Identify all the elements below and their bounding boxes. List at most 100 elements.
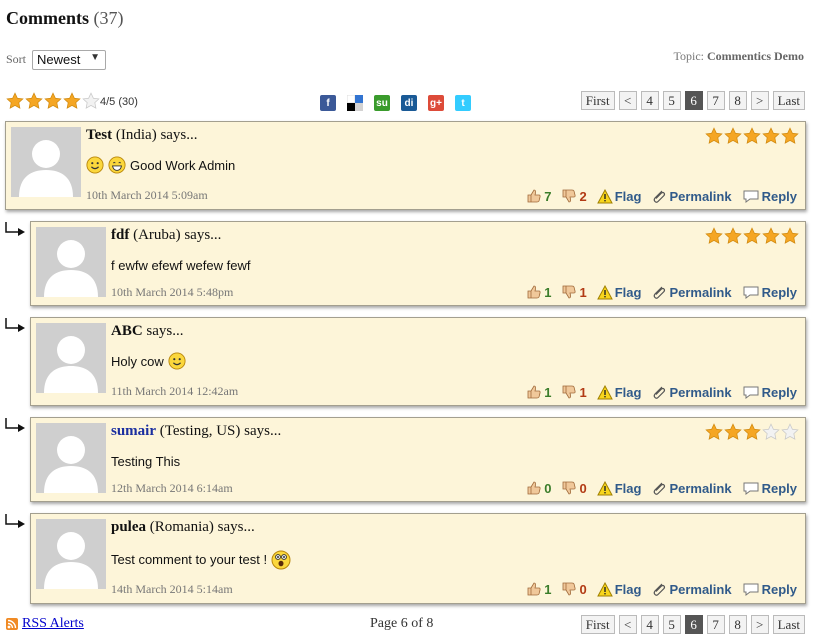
pagination-page-current[interactable]: 6 bbox=[684, 615, 703, 634]
comment-author-name: fdf bbox=[111, 227, 130, 243]
pagination-last[interactable]: Last bbox=[772, 91, 805, 110]
like-button[interactable]: 1 bbox=[526, 284, 551, 300]
facebook-icon[interactable]: f bbox=[320, 95, 336, 111]
like-button[interactable]: 0 bbox=[526, 480, 551, 496]
google-plus-icon[interactable]: g+ bbox=[428, 95, 444, 111]
speech-bubble-icon bbox=[742, 285, 760, 300]
pagination-last[interactable]: Last bbox=[772, 615, 805, 634]
grin-emoji-icon bbox=[108, 156, 126, 174]
comment-card: ABC says... Holy cow 11th March 2014 12:… bbox=[30, 317, 806, 406]
dislike-button[interactable]: 2 bbox=[561, 188, 587, 204]
reply-button[interactable]: Reply bbox=[742, 189, 797, 204]
pagination-page[interactable]: 4 bbox=[640, 615, 659, 634]
stumbleupon-icon[interactable]: su bbox=[374, 95, 390, 111]
avatar bbox=[36, 323, 106, 393]
dislike-button[interactable]: 0 bbox=[561, 581, 587, 597]
reply-button[interactable]: Reply bbox=[742, 285, 797, 300]
comment-says: says... bbox=[244, 423, 282, 439]
speech-bubble-icon bbox=[742, 189, 760, 204]
page-status: Page 6 of 8 bbox=[370, 616, 434, 631]
digg-icon[interactable]: di bbox=[401, 95, 417, 111]
warning-icon bbox=[596, 581, 613, 597]
pagination-page[interactable]: 5 bbox=[662, 91, 681, 110]
delicious-icon[interactable] bbox=[347, 95, 363, 111]
comment-author-location: (Romania) bbox=[149, 519, 214, 535]
dislike-count: 0 bbox=[579, 480, 587, 496]
permalink-button[interactable]: Permalink bbox=[651, 481, 732, 496]
comment-author: Test (India) says... bbox=[86, 127, 198, 144]
flag-button[interactable]: Flag bbox=[596, 480, 642, 496]
warning-icon bbox=[596, 284, 613, 300]
like-button[interactable]: 1 bbox=[526, 384, 551, 400]
pagination-next[interactable]: > bbox=[750, 615, 769, 634]
pagination-page[interactable]: 8 bbox=[728, 615, 747, 634]
comment-text: Holy cow bbox=[111, 353, 164, 369]
flag-label: Flag bbox=[614, 480, 642, 496]
pagination-page[interactable]: 7 bbox=[706, 615, 725, 634]
pagination-first[interactable]: First bbox=[580, 615, 615, 634]
sort-select[interactable]: Newest ▼ bbox=[32, 50, 106, 70]
flag-button[interactable]: Flag bbox=[596, 384, 641, 400]
comment-rating-stars bbox=[705, 423, 799, 441]
comment-body: Test comment to your test ! bbox=[111, 548, 291, 570]
comment-text: f ewfw efewf wefew fewf bbox=[111, 258, 251, 273]
permalink-button[interactable]: Permalink bbox=[651, 188, 732, 204]
avatar-silhouette-icon bbox=[36, 519, 106, 589]
shocked-emoji-icon bbox=[271, 548, 291, 570]
sort-selected-value: Newest bbox=[37, 52, 81, 67]
dislike-button[interactable]: 1 bbox=[561, 284, 587, 300]
comment-author-location: (Aruba) bbox=[133, 227, 181, 243]
flag-button[interactable]: Flag bbox=[596, 581, 642, 597]
comment-date: 12th March 2014 6:14am bbox=[111, 481, 233, 495]
comment-author: sumair (Testing, US) says... bbox=[111, 423, 281, 440]
permalink-label: Permalink bbox=[669, 581, 732, 597]
flag-button[interactable]: Flag bbox=[596, 284, 641, 300]
pagination-page[interactable]: 8 bbox=[728, 91, 747, 110]
avatar-silhouette-icon bbox=[36, 227, 106, 297]
comment-body: Testing This bbox=[111, 454, 180, 469]
star-filled-icon bbox=[724, 127, 742, 144]
comment-says: says... bbox=[217, 519, 255, 535]
reply-button[interactable]: Reply bbox=[742, 582, 797, 597]
star-empty-icon bbox=[82, 92, 100, 109]
comment-actions: 1 1 Flag Permalink Reply bbox=[516, 284, 797, 300]
star-empty-icon bbox=[781, 423, 799, 440]
like-button[interactable]: 7 bbox=[526, 188, 551, 204]
twitter-icon[interactable]: t bbox=[455, 95, 471, 111]
comment-date: 11th March 2014 12:42am bbox=[111, 384, 239, 398]
pagination-prev[interactable]: < bbox=[618, 91, 637, 110]
flag-button[interactable]: Flag bbox=[596, 188, 641, 204]
comment-actions: 0 0 Flag Permalink Reply bbox=[516, 480, 797, 496]
thumbs-up-icon bbox=[526, 581, 542, 597]
sort-label: Sort bbox=[6, 52, 27, 66]
comment-author-name: Test bbox=[86, 127, 113, 143]
permalink-button[interactable]: Permalink bbox=[651, 581, 732, 597]
permalink-button[interactable]: Permalink bbox=[651, 384, 732, 400]
permalink-button[interactable]: Permalink bbox=[651, 285, 732, 300]
pagination-first[interactable]: First bbox=[580, 91, 615, 110]
speech-bubble-icon bbox=[742, 385, 760, 400]
reply-button[interactable]: Reply bbox=[742, 481, 797, 496]
dislike-button[interactable]: 0 bbox=[561, 480, 587, 496]
pagination-next[interactable]: > bbox=[750, 91, 769, 110]
pagination-page[interactable]: 7 bbox=[706, 91, 725, 110]
comment-body: Holy cow bbox=[111, 352, 186, 370]
permalink-label: Permalink bbox=[669, 384, 732, 400]
like-count: 1 bbox=[544, 384, 552, 400]
permalink-label: Permalink bbox=[669, 188, 732, 204]
pagination-page[interactable]: 5 bbox=[662, 615, 681, 634]
flag-label: Flag bbox=[614, 581, 642, 597]
pagination-page-current[interactable]: 6 bbox=[684, 91, 703, 110]
pagination-prev[interactable]: < bbox=[618, 615, 637, 634]
comment-author: pulea (Romania) says... bbox=[111, 519, 255, 536]
star-filled-icon bbox=[705, 227, 723, 244]
avatar bbox=[36, 519, 106, 589]
dislike-count: 1 bbox=[579, 384, 587, 400]
reply-button[interactable]: Reply bbox=[742, 385, 797, 400]
comment-date: 10th March 2014 5:09am bbox=[86, 188, 208, 202]
dislike-button[interactable]: 1 bbox=[561, 384, 587, 400]
like-button[interactable]: 1 bbox=[526, 581, 551, 597]
comment-author-link[interactable]: sumair bbox=[111, 423, 156, 439]
pagination-page[interactable]: 4 bbox=[640, 91, 659, 110]
rss-alerts-link[interactable]: RSS Alerts bbox=[22, 616, 84, 632]
